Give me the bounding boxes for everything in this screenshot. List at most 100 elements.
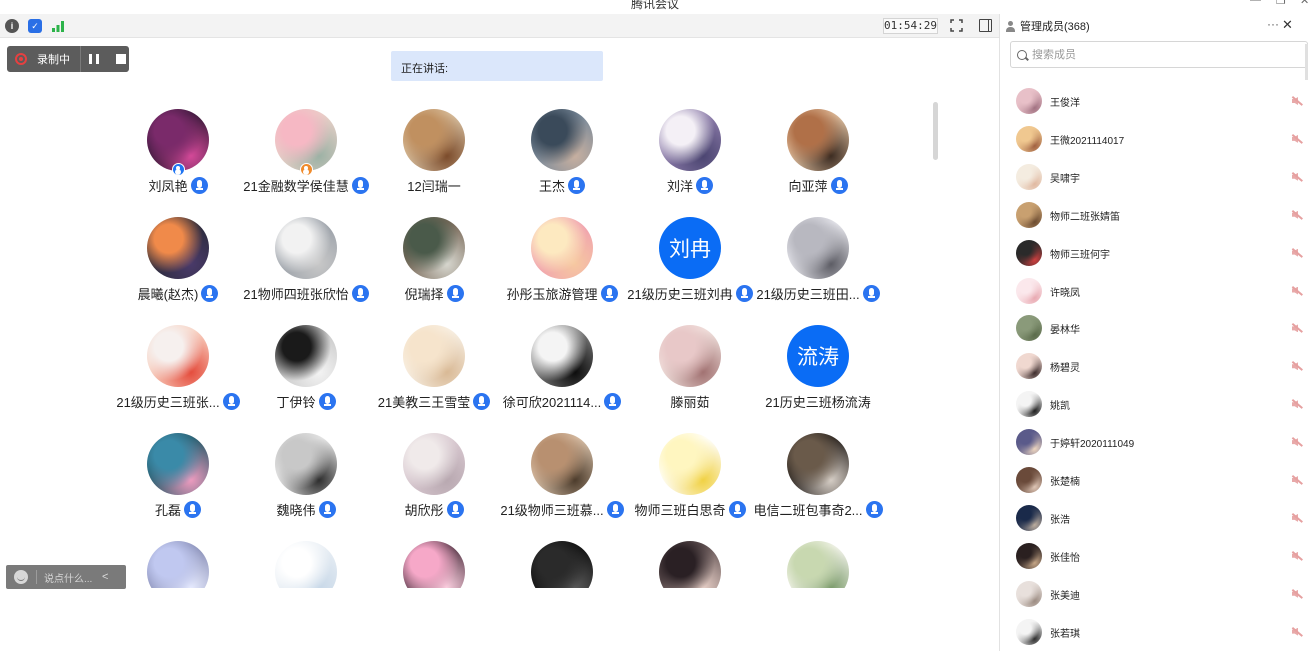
participant-tile[interactable]: 倪瑞择: [366, 216, 502, 324]
restore-icon[interactable]: ❐: [1276, 0, 1286, 7]
participant-tile[interactable]: 21级历史三班田...: [750, 216, 886, 324]
member-row[interactable]: 张浩: [1000, 499, 1308, 537]
member-search-input[interactable]: [1032, 48, 1282, 61]
participant-tile[interactable]: [494, 540, 630, 588]
participant-tile[interactable]: 物师三班白思奇: [622, 432, 758, 540]
member-row[interactable]: 张美迪: [1000, 575, 1308, 613]
mic-muted-icon[interactable]: [1291, 286, 1303, 296]
member-row[interactable]: 许晓凤: [1000, 272, 1308, 310]
member-row[interactable]: 物师二班张婧笛: [1000, 196, 1308, 234]
participant-tile[interactable]: 滕丽茹: [622, 324, 758, 432]
participant-tile[interactable]: 21级历史三班张...: [110, 324, 246, 432]
mic-muted-icon[interactable]: [1291, 210, 1303, 220]
mic-muted-icon[interactable]: [1291, 361, 1303, 371]
participant-tile[interactable]: 徐可欣2021114...: [494, 324, 630, 432]
mic-on-icon: [446, 285, 464, 302]
avatar: [147, 325, 209, 387]
participant-tile[interactable]: [238, 540, 374, 588]
more-options-button[interactable]: ···: [1267, 17, 1279, 31]
mic-on-icon: [568, 177, 585, 194]
participant-tile[interactable]: [750, 540, 886, 588]
member-row[interactable]: 王俊洋: [1000, 82, 1308, 120]
mic-muted-icon[interactable]: [1291, 172, 1303, 182]
participant-tile[interactable]: 12闫瑞一: [366, 108, 502, 216]
fullscreen-icon[interactable]: [950, 19, 963, 32]
member-row[interactable]: 张楚楠: [1000, 461, 1308, 499]
participant-tile[interactable]: 21美教三王雪莹: [366, 324, 502, 432]
mic-muted-icon[interactable]: [1291, 513, 1303, 523]
participant-tile[interactable]: 晨曦(赵杰): [110, 216, 246, 324]
avatar: [1016, 88, 1042, 114]
avatar: [403, 541, 465, 588]
participant-tile[interactable]: 孔磊: [110, 432, 246, 540]
participant-tile[interactable]: 丁伊铃: [238, 324, 374, 432]
mic-muted-icon[interactable]: [1291, 134, 1303, 144]
mic-on-icon: [318, 393, 336, 410]
grid-scrollbar[interactable]: [933, 102, 938, 160]
chat-input[interactable]: 说点什么... <: [6, 565, 126, 589]
info-icon[interactable]: i: [5, 19, 19, 33]
member-name: 姚凯: [1050, 401, 1070, 413]
avatar: [1016, 580, 1042, 607]
member-row[interactable]: 晏林华: [1000, 309, 1308, 347]
participant-tile[interactable]: [110, 540, 246, 588]
member-row[interactable]: 姚凯: [1000, 385, 1308, 423]
participant-name-row: 21级历史三班田...: [750, 284, 886, 303]
participant-name-row: 丁伊铃: [238, 392, 374, 411]
mic-on-icon: [190, 177, 208, 194]
participant-name-row: 倪瑞择: [366, 284, 502, 303]
participant-tile[interactable]: 向亚萍: [750, 108, 886, 216]
member-name: 张若琪: [1050, 628, 1080, 640]
member-row[interactable]: 张若琪: [1000, 613, 1308, 651]
participant-tile[interactable]: 胡欣彤: [366, 432, 502, 540]
participant-tile[interactable]: 刘凤艳: [110, 108, 246, 216]
signal-icon[interactable]: [51, 19, 65, 33]
mic-muted-icon[interactable]: [1291, 551, 1303, 561]
avatar: [1016, 429, 1042, 456]
meeting-toolbar: i ✓ 01:54:29: [0, 14, 1000, 38]
avatar: 流涛: [787, 325, 849, 387]
member-row[interactable]: 物师三班何宇: [1000, 234, 1308, 272]
member-row[interactable]: 吴啸宇: [1000, 158, 1308, 196]
participant-tile[interactable]: 21金融数学侯佳慧: [238, 108, 374, 216]
participant-tile[interactable]: [366, 540, 502, 588]
mic-muted-icon[interactable]: [1291, 248, 1303, 258]
participant-tile[interactable]: 21物师四班张欣怡: [238, 216, 374, 324]
mic-muted-icon[interactable]: [1291, 96, 1303, 106]
toggle-panel-icon[interactable]: [979, 19, 992, 32]
close-window-icon[interactable]: ✕: [1300, 0, 1308, 7]
collapse-chat-icon[interactable]: <: [102, 571, 108, 583]
mic-muted-icon[interactable]: [1291, 437, 1303, 447]
participant-tile[interactable]: 21级物师三班慕...: [494, 432, 630, 540]
participant-name-row: 王杰: [494, 176, 630, 195]
stop-recording-button[interactable]: [116, 54, 126, 64]
member-row[interactable]: 杨碧灵: [1000, 347, 1308, 385]
participant-tile[interactable]: 流涛 21历史三班杨流涛: [750, 324, 886, 432]
participant-name: 21美教三王雪莹: [377, 395, 471, 410]
participant-name-row: 21级历史三班刘冉: [622, 284, 758, 303]
emoji-icon[interactable]: [14, 570, 28, 584]
mic-muted-icon[interactable]: [1291, 399, 1303, 409]
pause-recording-button[interactable]: [89, 54, 99, 64]
member-row[interactable]: 于婷轩2020111049: [1000, 423, 1308, 461]
member-name: 王俊洋: [1050, 98, 1080, 109]
participant-tile[interactable]: [622, 540, 758, 588]
mic-muted-icon[interactable]: [1291, 475, 1303, 485]
member-search[interactable]: [1010, 41, 1308, 68]
mic-muted-icon[interactable]: [1291, 589, 1303, 599]
mic-muted-icon[interactable]: [1291, 627, 1303, 637]
security-shield-icon[interactable]: ✓: [28, 19, 42, 33]
mic-muted-icon[interactable]: [1291, 323, 1303, 333]
participant-name-row: 魏晓伟: [238, 500, 374, 519]
participant-tile[interactable]: 王杰: [494, 108, 630, 216]
close-panel-button[interactable]: ✕: [1282, 17, 1293, 33]
participant-tile[interactable]: 刘冉 21级历史三班刘冉: [622, 216, 758, 324]
participant-tile[interactable]: 刘洋: [622, 108, 758, 216]
participant-tile[interactable]: 魏晓伟: [238, 432, 374, 540]
mic-on-icon: [865, 501, 883, 518]
participant-tile[interactable]: 孙彤玉旅游管理: [494, 216, 630, 324]
participant-tile[interactable]: 电信二班包事奇2...: [750, 432, 886, 540]
member-row[interactable]: 张佳怡: [1000, 537, 1308, 575]
member-row[interactable]: 王微2021114017: [1000, 120, 1308, 158]
minimize-icon[interactable]: —: [1250, 0, 1261, 6]
